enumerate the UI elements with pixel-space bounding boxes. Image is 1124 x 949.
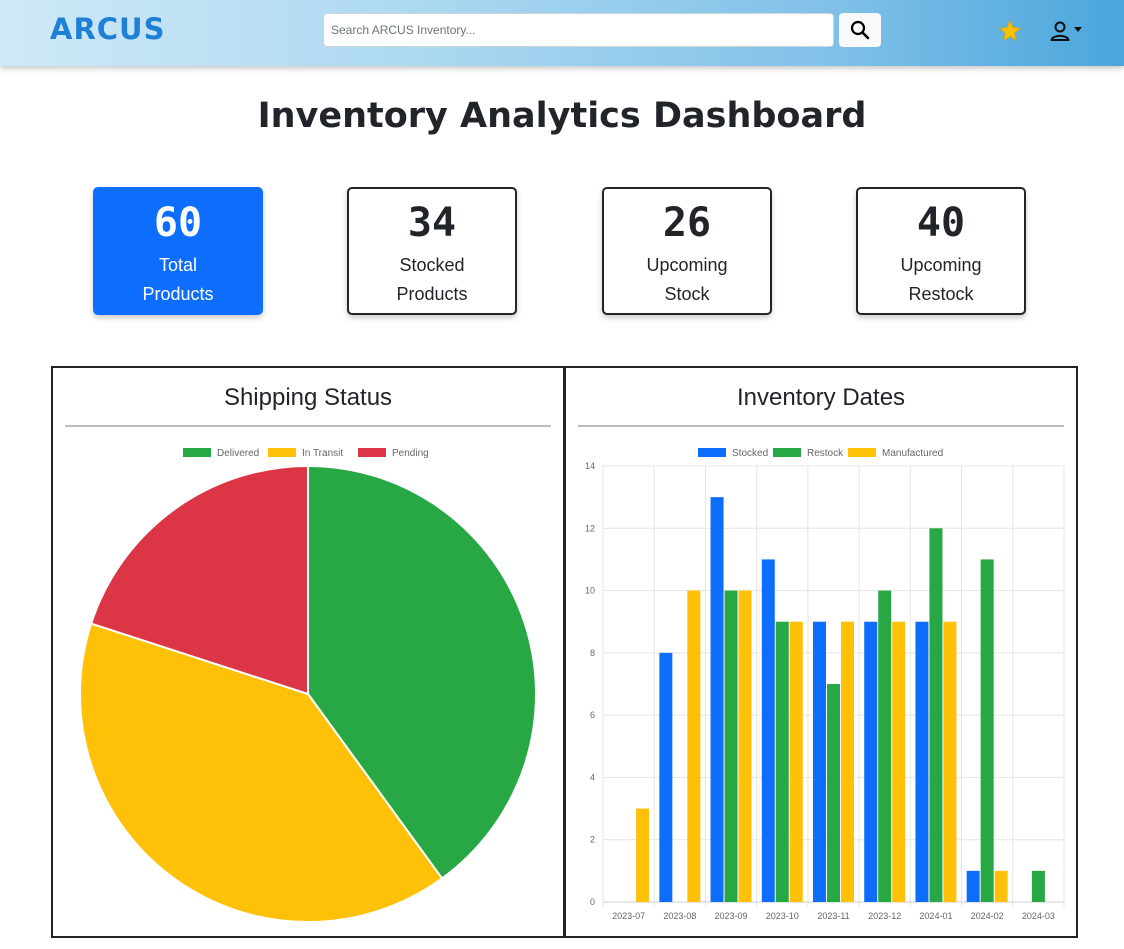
bar-stocked-2023-11 bbox=[813, 621, 826, 902]
stat-value: 40 bbox=[916, 200, 966, 246]
legend-label: In Transit bbox=[302, 448, 343, 459]
user-menu-button[interactable] bbox=[1048, 18, 1082, 44]
y-tick-label: 6 bbox=[590, 710, 595, 720]
y-tick-label: 4 bbox=[590, 772, 595, 782]
stat-label: Upcoming Restock bbox=[900, 255, 982, 304]
y-tick-label: 10 bbox=[585, 586, 595, 596]
x-tick-label: 2024-02 bbox=[971, 911, 1004, 921]
x-tick-label: 2023-11 bbox=[817, 911, 849, 921]
bar-manufactured-2023-12 bbox=[892, 621, 906, 902]
x-tick-label: 2024-01 bbox=[919, 911, 952, 921]
bar-manufactured-2024-01 bbox=[943, 621, 957, 902]
bar-restock-2024-01 bbox=[929, 528, 943, 902]
caret-down-icon bbox=[1074, 27, 1082, 32]
legend-swatch bbox=[698, 448, 726, 457]
bar-stocked-2023-08 bbox=[659, 652, 673, 902]
bar-stocked-2024-02 bbox=[966, 870, 980, 902]
bar-manufactured-2023-10 bbox=[789, 621, 803, 902]
bar-stocked-2024-01 bbox=[915, 621, 929, 902]
y-tick-label: 8 bbox=[590, 648, 595, 658]
stat-card-upcoming-restock[interactable]: 40 Upcoming Restock bbox=[856, 187, 1026, 315]
star-icon bbox=[998, 19, 1022, 42]
stat-card-upcoming-stock[interactable]: 26 Upcoming Stock bbox=[602, 187, 772, 315]
x-tick-label: 2023-09 bbox=[715, 911, 748, 921]
search-icon bbox=[850, 20, 870, 40]
bar-manufactured-2024-02 bbox=[994, 870, 1008, 902]
stat-value: 34 bbox=[407, 200, 457, 246]
user-icon bbox=[1050, 21, 1070, 41]
bar-restock-2023-12 bbox=[878, 590, 892, 902]
legend-label: Stocked bbox=[732, 448, 768, 459]
stat-label: Stocked Products bbox=[396, 255, 468, 304]
bar-restock-2023-09 bbox=[724, 590, 738, 902]
shipping-status-chart: Delivered In Transit Pending bbox=[79, 448, 537, 923]
divider bbox=[578, 425, 1064, 427]
legend-swatch bbox=[358, 448, 386, 457]
x-tick-label: 2023-07 bbox=[612, 911, 645, 921]
legend-label: Manufactured bbox=[882, 448, 943, 459]
panel-title: Inventory Dates bbox=[736, 384, 906, 411]
stat-card-stocked-products[interactable]: 34 Stocked Products bbox=[347, 187, 517, 315]
y-tick-label: 12 bbox=[585, 523, 595, 533]
bar-manufactured-2023-09 bbox=[738, 590, 752, 902]
inventory-dates-chart: Stocked Restock Manufactured 0 2 4 6 8 10 12 14 202… bbox=[585, 448, 1065, 921]
bar-manufactured-2023-07 bbox=[636, 808, 650, 902]
x-tick-label: 2023-10 bbox=[766, 911, 799, 921]
bar-restock-2024-02 bbox=[980, 559, 994, 902]
stat-label: Total Products bbox=[142, 255, 214, 304]
divider bbox=[65, 425, 551, 427]
bar-stocked-2023-09 bbox=[710, 497, 724, 902]
y-tick-label: 2 bbox=[590, 835, 595, 845]
bar-restock-2023-10 bbox=[775, 621, 789, 902]
y-tick-label: 0 bbox=[590, 897, 595, 907]
legend-label: Delivered bbox=[217, 448, 259, 459]
bar-restock-2023-11 bbox=[827, 684, 840, 902]
stat-value: 60 bbox=[153, 200, 203, 246]
page-title: Inventory Analytics Dashboard bbox=[257, 96, 867, 136]
bar-stocked-2023-12 bbox=[864, 621, 878, 902]
legend-swatch bbox=[183, 448, 211, 457]
stat-card-total-products[interactable]: 60 Total Products bbox=[93, 187, 263, 315]
bar-manufactured-2023-08 bbox=[687, 590, 701, 902]
brand-logo[interactable]: ARCUS bbox=[50, 12, 166, 46]
favorites-button[interactable] bbox=[997, 18, 1023, 44]
legend-label: Restock bbox=[807, 448, 844, 459]
bar-stocked-2023-10 bbox=[761, 559, 775, 902]
y-tick-label: 14 bbox=[585, 461, 595, 471]
x-tick-label: 2024-03 bbox=[1022, 911, 1055, 921]
bar-restock-2024-03 bbox=[1031, 870, 1045, 902]
legend-swatch bbox=[848, 448, 876, 457]
search-input[interactable] bbox=[323, 13, 834, 47]
stat-label: Upcoming Stock bbox=[646, 255, 728, 304]
legend-label: Pending bbox=[392, 448, 429, 459]
x-tick-label: 2023-12 bbox=[868, 911, 901, 921]
legend-swatch bbox=[773, 448, 801, 457]
legend-swatch bbox=[268, 448, 296, 457]
top-navbar: ARCUS bbox=[0, 0, 1124, 66]
shipping-status-panel: Shipping Status Delivered In Transit Pendi… bbox=[51, 366, 565, 938]
bar-manufactured-2023-11 bbox=[841, 621, 854, 902]
search-button[interactable] bbox=[839, 13, 881, 47]
stat-value: 26 bbox=[662, 200, 712, 246]
x-tick-label: 2023-08 bbox=[663, 911, 696, 921]
inventory-dates-panel: Inventory Dates Stocked Restock Manufactur… bbox=[564, 366, 1078, 938]
panel-title: Shipping Status bbox=[223, 384, 393, 411]
